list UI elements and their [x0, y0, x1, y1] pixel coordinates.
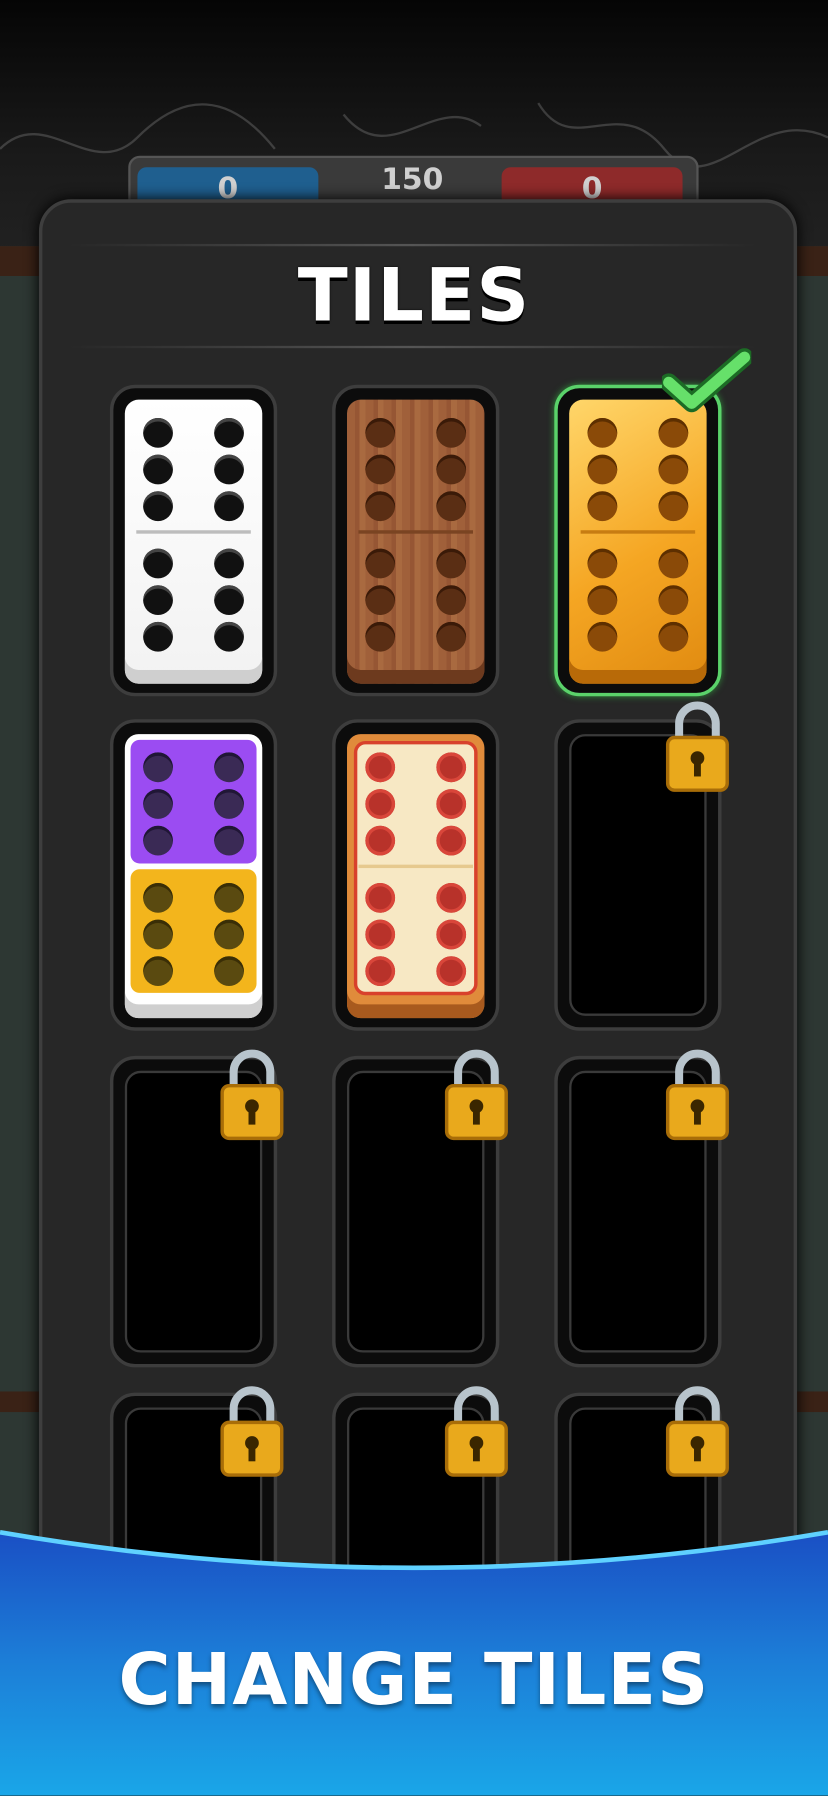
domino-pip — [143, 491, 173, 522]
domino-pip — [587, 548, 618, 579]
padlock-icon — [444, 1386, 508, 1477]
domino-pip — [658, 454, 689, 485]
domino-pip — [587, 491, 618, 522]
domino-pip — [143, 585, 173, 615]
title-divider-bottom — [68, 345, 756, 349]
domino-tile-purple-yellow — [124, 734, 263, 1019]
domino-pip — [214, 882, 244, 913]
domino-pip — [143, 825, 173, 856]
domino-pip — [214, 752, 244, 783]
padlock-icon — [665, 1386, 729, 1477]
pepperoni-pip — [436, 882, 467, 913]
domino-pip — [214, 491, 244, 522]
domino-pip — [214, 585, 244, 615]
padlock-icon — [665, 701, 729, 792]
domino-pip — [214, 621, 244, 652]
domino-pip — [658, 548, 689, 579]
domino-pip — [587, 621, 618, 652]
tile-option-classic[interactable] — [109, 384, 278, 697]
domino-pip — [143, 454, 173, 485]
padlock-icon — [220, 1049, 284, 1141]
padlock-icon — [444, 1049, 508, 1141]
domino-pip — [658, 585, 689, 615]
domino-pip — [143, 919, 173, 950]
domino-tile-gold — [569, 399, 707, 684]
domino-pip — [365, 491, 396, 522]
domino-pip — [365, 585, 396, 615]
panel-title: TILES — [297, 254, 531, 339]
pepperoni-pip — [365, 825, 396, 856]
domino-pip — [587, 418, 618, 448]
tile-divider — [358, 530, 473, 534]
domino-pip — [436, 418, 467, 448]
game-screen: 0 150 0 TILES CHANGE TILES — [0, 0, 828, 1796]
pepperoni-pip — [436, 825, 467, 856]
tile-option-gold[interactable] — [554, 384, 722, 697]
domino-pip — [143, 882, 173, 913]
tile-option-pizza[interactable] — [332, 719, 500, 1031]
domino-pip — [214, 919, 244, 950]
pepperoni-pip — [365, 752, 396, 783]
domino-pip — [658, 491, 689, 522]
domino-tile-wood — [347, 399, 485, 684]
pepperoni-pip — [436, 956, 467, 987]
domino-pip — [214, 548, 244, 579]
domino-pip — [436, 621, 467, 652]
checkmark-icon — [661, 348, 752, 413]
domino-pip — [214, 454, 244, 485]
pepperoni-pip — [436, 752, 467, 783]
domino-pip — [143, 752, 173, 783]
domino-pip — [658, 418, 689, 448]
domino-pip — [143, 956, 173, 987]
pepperoni-pip — [365, 789, 396, 819]
banner-title: CHANGE TILES — [118, 1637, 710, 1722]
domino-pip — [214, 956, 244, 987]
domino-pip — [658, 621, 689, 652]
domino-pip — [436, 585, 467, 615]
domino-pip — [214, 789, 244, 819]
domino-pip — [436, 454, 467, 485]
domino-tile-pizza — [347, 734, 485, 1019]
tile-divider — [358, 864, 473, 869]
pepperoni-pip — [365, 919, 396, 950]
padlock-icon — [220, 1386, 284, 1477]
pepperoni-pip — [436, 919, 467, 950]
domino-pip — [143, 548, 173, 579]
domino-pip — [365, 548, 396, 579]
tile-divider — [136, 530, 251, 534]
domino-pip — [143, 789, 173, 819]
tile-divider — [580, 530, 696, 534]
tile-option-purple-yellow[interactable] — [109, 719, 278, 1031]
domino-pip — [587, 454, 618, 485]
domino-pip — [436, 548, 467, 579]
domino-pip — [143, 621, 173, 652]
domino-pip — [365, 418, 396, 448]
tile-option-wood[interactable] — [332, 384, 500, 697]
padlock-icon — [665, 1049, 729, 1141]
domino-pip — [143, 418, 173, 448]
title-divider-top — [68, 243, 756, 247]
domino-pip — [214, 418, 244, 448]
domino-pip — [436, 491, 467, 522]
target-score: 150 — [381, 162, 444, 197]
pepperoni-pip — [365, 882, 396, 913]
domino-pip — [214, 825, 244, 856]
domino-tile-classic — [124, 399, 263, 684]
domino-pip — [365, 454, 396, 485]
pepperoni-pip — [436, 789, 467, 819]
domino-pip — [587, 585, 618, 615]
domino-pip — [365, 621, 396, 652]
pepperoni-pip — [365, 956, 396, 987]
